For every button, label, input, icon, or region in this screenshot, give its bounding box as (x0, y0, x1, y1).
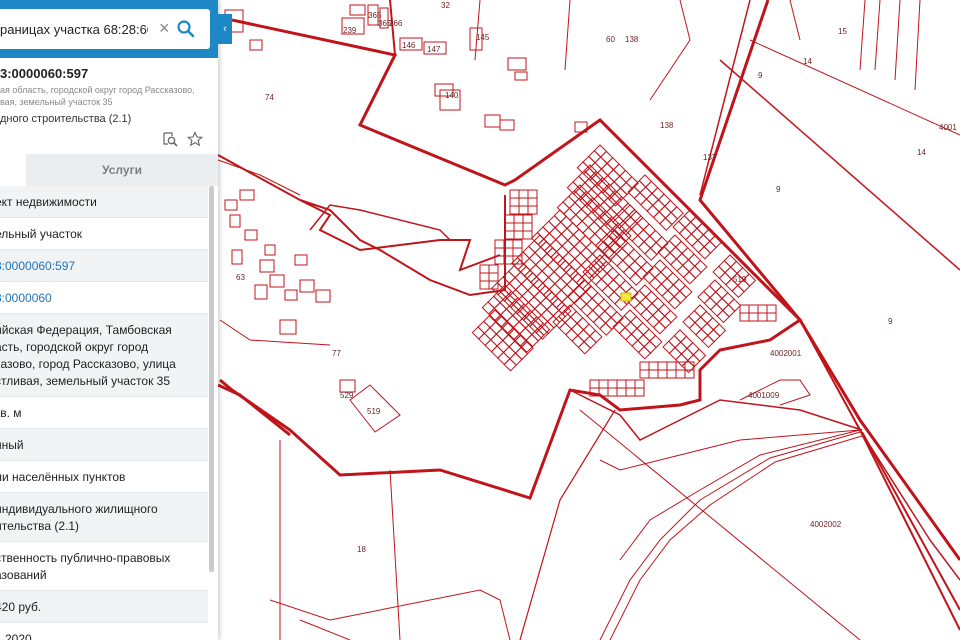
attribute-row: 420 руб. (0, 591, 208, 623)
map-label: 74 (265, 93, 274, 102)
scrollbar[interactable] (209, 186, 214, 572)
map-label: 63 (236, 273, 245, 282)
map-label: 140 (445, 91, 459, 100)
close-icon[interactable]: × (159, 18, 170, 38)
attribute-value: 420 руб. (0, 600, 42, 614)
map-label: 137 (703, 153, 717, 162)
map-label: 60 (606, 35, 615, 44)
attribute-row: ийская Федерация, Тамбовская асть, город… (0, 314, 208, 397)
map-label: 9 (758, 71, 763, 80)
tab-services[interactable]: Услуги (26, 154, 218, 186)
attribute-row: ект недвижимости (0, 186, 208, 218)
attribute-row[interactable]: 3:0000060:597 (0, 250, 208, 282)
search-input[interactable]: раницах участка 68:28:60:5 (0, 22, 148, 37)
map-label: 18 (357, 545, 366, 554)
map-label: 14 (917, 148, 926, 157)
search-icon[interactable] (176, 19, 196, 39)
attribute-row: ельный участок (0, 218, 208, 250)
attribute-value: ственность публично-правовых азований (0, 551, 171, 582)
parcel-address-line: ая область, городской округ город Расска… (0, 85, 195, 95)
map-label: 146 (402, 41, 416, 50)
attribute-row: кв. м (0, 397, 208, 429)
map-label: 4001009 (748, 391, 780, 400)
attribute-value: ли населённых пунктов (0, 470, 126, 484)
map-label: 145 (476, 33, 490, 42)
parcel-cad-number: 3:0000060:597 (0, 66, 89, 81)
attribute-value: индивидуального жилищного ительства (2.1… (0, 502, 158, 533)
attribute-row[interactable]: 3:0000060 (0, 282, 208, 314)
tab-info[interactable] (0, 154, 26, 186)
parcel-usage: дного строительства (2.1) (0, 113, 132, 125)
attribute-link[interactable]: 3:0000060 (0, 282, 208, 313)
map-label: 519 (367, 407, 381, 416)
attribute-row: нный (0, 429, 208, 461)
map-label: 366 (389, 19, 403, 28)
attribute-link[interactable]: 3:0000060:597 (0, 250, 208, 281)
attribute-row: 1.2020 (0, 623, 208, 640)
parcel-address-line: вая, земельный участок 35 (0, 97, 113, 107)
search-bar: раницах участка 68:28:60:5 × (0, 0, 218, 58)
map-label: 138 (625, 35, 639, 44)
selected-parcel[interactable] (620, 292, 632, 302)
search-box[interactable]: раницах участка 68:28:60:5 × (0, 9, 210, 49)
map-label: 32 (441, 1, 450, 10)
map-label: 9 (776, 185, 781, 194)
map-label: 519 (733, 275, 747, 284)
map-label: 147 (427, 45, 441, 54)
info-panel: раницах участка 68:28:60:5 × 3:0000060:5… (0, 0, 218, 640)
map-label: 4002002 (810, 520, 842, 529)
attribute-list: ект недвижимости ельный участок 3:0000060:… (0, 186, 208, 640)
attribute-value: нный (0, 438, 24, 452)
collapse-panel-button[interactable]: ‹ (218, 14, 232, 44)
star-icon[interactable] (187, 131, 203, 147)
attribute-row: индивидуального жилищного ительства (2.1… (0, 493, 208, 542)
attribute-value: ийская Федерация, Тамбовская асть, город… (0, 323, 176, 388)
map-label: 14 (803, 57, 812, 66)
map-label: 15 (838, 27, 847, 36)
zoom-to-parcel-icon[interactable] (162, 131, 178, 147)
attribute-value: 1.2020 (0, 632, 32, 640)
map-label: 77 (332, 349, 341, 358)
attribute-value: ект недвижимости (0, 195, 97, 209)
attribute-row: ственность публично-правовых азований (0, 542, 208, 591)
map-label: 4002001 (770, 349, 802, 358)
attribute-value: кв. м (0, 406, 22, 420)
map-label: 138 (660, 121, 674, 130)
map-label: 239 (343, 26, 357, 35)
attribute-value: ельный участок (0, 227, 83, 241)
map-label: 529 (340, 391, 354, 400)
map-label: 4001 (939, 123, 957, 132)
map-label: 9 (888, 317, 893, 326)
attribute-row: ли населённых пунктов (0, 461, 208, 493)
